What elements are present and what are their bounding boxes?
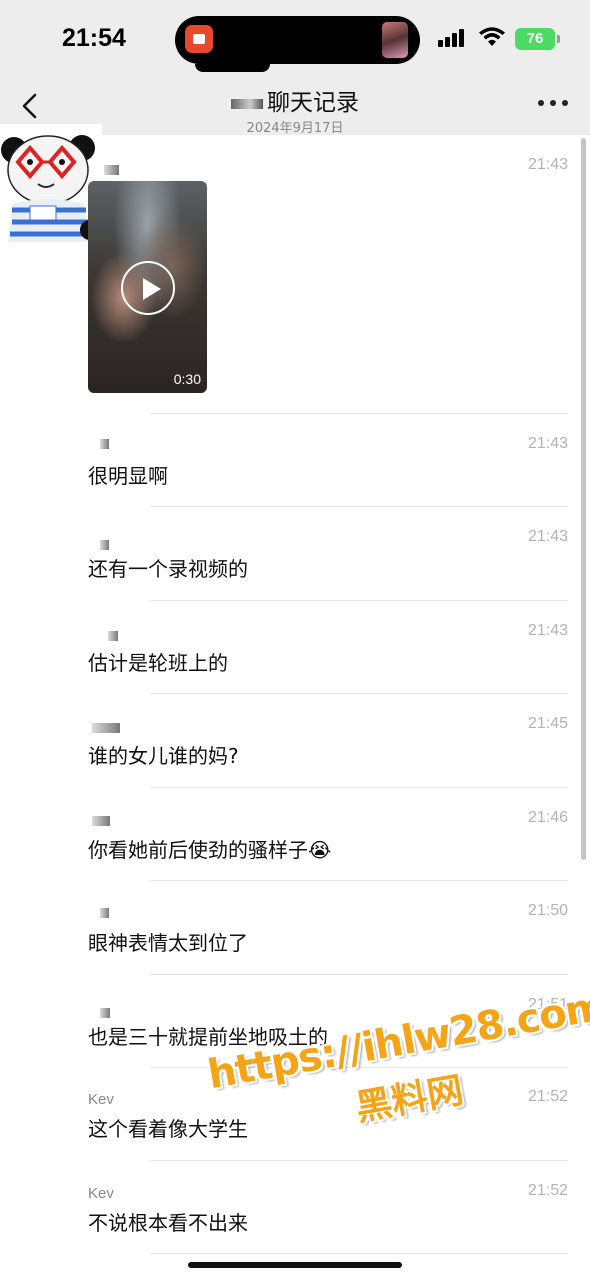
app-icon: [185, 25, 213, 53]
home-indicator[interactable]: [188, 1262, 402, 1268]
media-thumbnail: [382, 22, 408, 58]
message-text: 还有一个录视频的: [88, 557, 248, 581]
chevron-left-icon[interactable]: [14, 86, 50, 126]
redacted-sender: [92, 723, 120, 733]
message-time: 21:52: [527, 1182, 568, 1199]
battery-icon: 76: [515, 28, 555, 50]
message-text: 眼神表情太到位了: [88, 931, 248, 955]
scrollbar[interactable]: [581, 138, 586, 860]
watermark-site: 黑料网: [352, 1070, 467, 1130]
status-bar: 21:54 76: [0, 0, 590, 80]
redacted-sender: [100, 439, 109, 449]
panda-sticker: [0, 124, 102, 242]
divider: [150, 600, 568, 601]
divider: [150, 880, 568, 881]
dynamic-island[interactable]: [175, 16, 420, 64]
redacted-sender: [100, 908, 109, 918]
message-text: 谁的女儿谁的妈?: [88, 744, 239, 768]
dynamic-island-tail: [195, 64, 270, 72]
video-duration: 0:30: [173, 371, 201, 387]
message-time: 21:43: [527, 622, 568, 639]
divider: [150, 413, 568, 414]
divider: [150, 1160, 568, 1161]
message-text: 估计是轮班上的: [88, 651, 228, 675]
message-time: 21:45: [527, 715, 568, 732]
divider: [150, 1253, 568, 1254]
message-time: 21:43: [527, 528, 568, 545]
wifi-icon: [479, 27, 505, 46]
nav-title-row: 聊天记录: [0, 83, 590, 117]
divider: [150, 974, 568, 975]
watermark: https://ihlw28.com 黑料网: [204, 983, 590, 1171]
message-time: 21:43: [527, 156, 568, 173]
message-text: 很明显啊: [88, 464, 168, 488]
message-time: 21:46: [527, 809, 568, 826]
page-title: 聊天记录: [267, 90, 359, 116]
status-time: 21:54: [62, 24, 126, 52]
redacted-name: [231, 98, 263, 109]
video-message[interactable]: 0:30: [88, 181, 207, 393]
divider: [150, 693, 568, 694]
more-dots-icon[interactable]: [538, 100, 568, 110]
play-icon[interactable]: [121, 261, 175, 315]
message-time: 21:43: [527, 435, 568, 452]
redacted-sender: [108, 631, 118, 641]
divider: [150, 787, 568, 788]
divider: [150, 506, 568, 507]
redacted-sender: [100, 540, 109, 550]
redacted-sender: [92, 816, 110, 826]
sender-name: Kev: [88, 1091, 114, 1108]
message-time: 21:50: [527, 902, 568, 919]
message-text: 不说根本看不出来: [88, 1211, 248, 1235]
sender-name: Kev: [88, 1185, 114, 1202]
battery-cap: [557, 35, 560, 43]
message-text: 你看她前后使劲的骚样子😭: [88, 838, 332, 862]
redacted-sender: [100, 1008, 110, 1018]
cellular-signal-icon: [438, 29, 468, 47]
redacted-sender: [104, 165, 119, 175]
